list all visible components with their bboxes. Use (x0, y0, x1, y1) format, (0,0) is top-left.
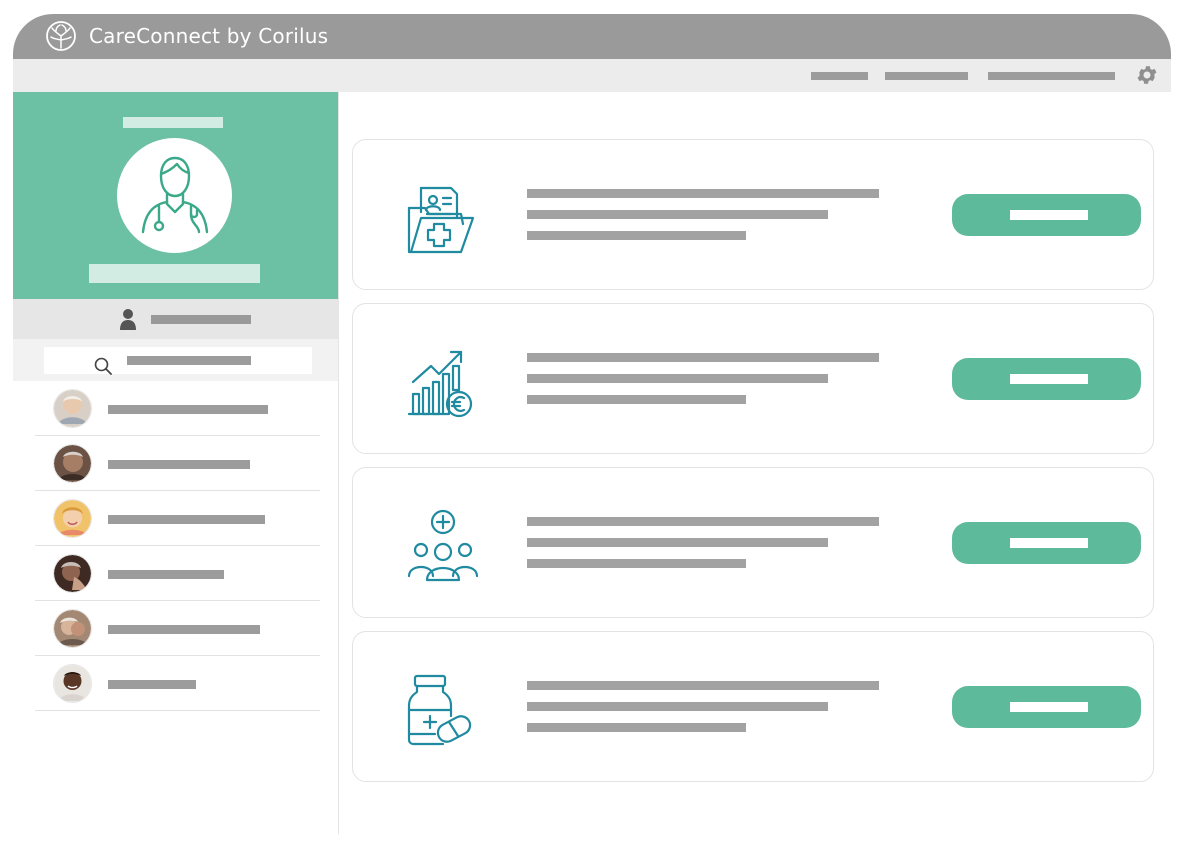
gear-icon[interactable] (1135, 63, 1159, 87)
button-label-placeholder (1010, 702, 1088, 712)
card-text-line (527, 681, 879, 690)
growth-chart-euro-icon (407, 350, 473, 418)
menu-item-2[interactable] (885, 72, 968, 80)
patient-row[interactable] (35, 546, 320, 601)
patient-avatar (54, 610, 91, 647)
medication-icon (407, 674, 472, 746)
card-action-button[interactable] (952, 522, 1141, 564)
patient-name-placeholder (108, 460, 250, 469)
menu-item-1[interactable] (811, 72, 868, 80)
card-text-line (527, 189, 879, 198)
menu-item-3[interactable] (988, 72, 1115, 80)
app-window: CareConnect by Corilus (13, 14, 1171, 834)
patient-row[interactable] (35, 491, 320, 546)
patient-row[interactable] (35, 601, 320, 656)
user-name-placeholder (151, 315, 251, 324)
patient-name-placeholder (108, 405, 268, 414)
app-title: CareConnect by Corilus (89, 24, 329, 48)
patient-list (35, 381, 320, 711)
patient-avatar (54, 665, 91, 702)
card-text-line (527, 723, 746, 732)
card-text-line (527, 559, 746, 568)
profile-name-placeholder (89, 264, 260, 283)
card-text-line (527, 702, 828, 711)
patient-avatar (54, 390, 91, 427)
patient-name-placeholder (108, 570, 224, 579)
profile-avatar[interactable] (117, 138, 232, 253)
brain-tree-logo-icon (46, 21, 76, 51)
feature-card (352, 303, 1154, 454)
card-action-button[interactable] (952, 194, 1141, 236)
patient-name-placeholder (108, 515, 265, 524)
medical-folder-icon (407, 186, 475, 254)
profile-header-placeholder (123, 117, 223, 128)
patient-row[interactable] (35, 436, 320, 491)
card-action-button[interactable] (952, 686, 1141, 728)
card-text-line (527, 210, 828, 219)
search-placeholder (127, 356, 251, 365)
feature-card (352, 631, 1154, 782)
card-text-line (527, 374, 828, 383)
button-label-placeholder (1010, 374, 1088, 384)
menu-bar (13, 59, 1171, 92)
search-area (13, 339, 338, 381)
card-action-button[interactable] (952, 358, 1141, 400)
patient-avatar (54, 445, 91, 482)
button-label-placeholder (1010, 538, 1088, 548)
button-label-placeholder (1010, 210, 1088, 220)
feature-card (352, 139, 1154, 290)
card-text-line (527, 395, 746, 404)
patient-row[interactable] (35, 656, 320, 711)
card-text-line (527, 517, 879, 526)
title-bar: CareConnect by Corilus (13, 14, 1171, 59)
profile-panel (13, 92, 338, 299)
patient-avatar (54, 500, 91, 537)
sidebar (13, 92, 339, 834)
current-user-row[interactable] (13, 299, 338, 339)
patient-name-placeholder (108, 625, 260, 634)
feature-card (352, 467, 1154, 618)
search-input[interactable] (44, 347, 312, 375)
doctor-icon (141, 156, 209, 234)
search-icon (94, 357, 112, 375)
patient-row[interactable] (35, 381, 320, 436)
card-text-line (527, 538, 828, 547)
user-icon (120, 309, 136, 330)
patient-name-placeholder (108, 680, 196, 689)
patient-group-icon (407, 509, 479, 582)
patient-avatar (54, 555, 91, 592)
card-text-line (527, 353, 879, 362)
card-text-line (527, 231, 746, 240)
